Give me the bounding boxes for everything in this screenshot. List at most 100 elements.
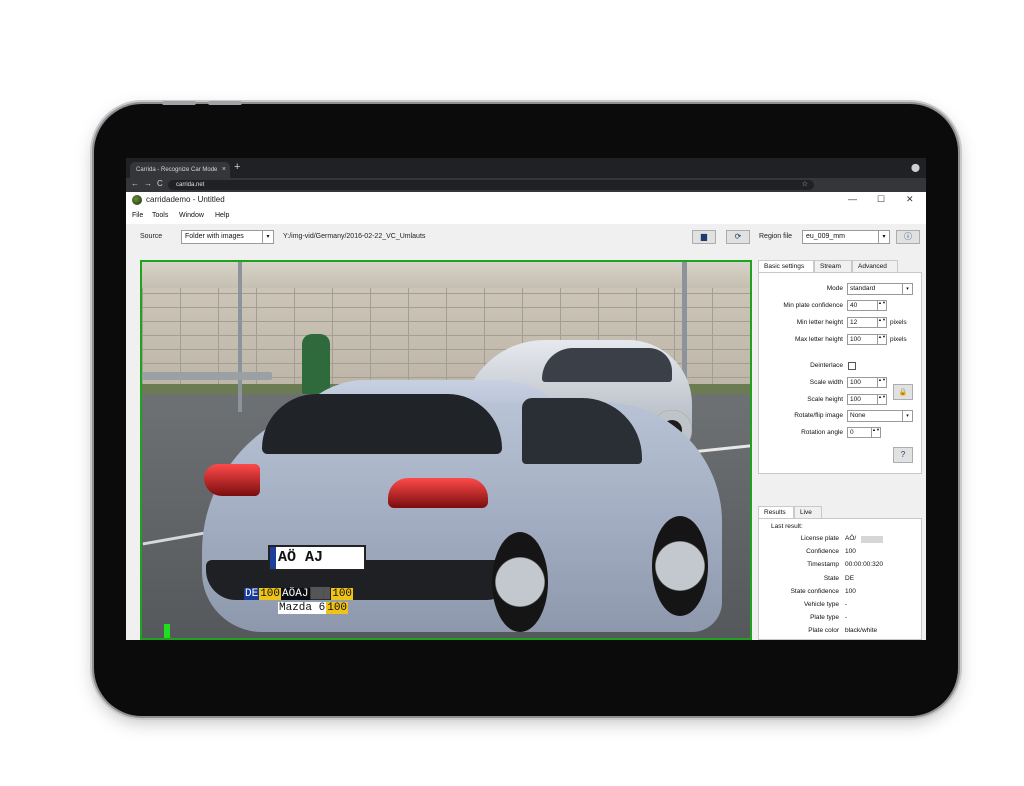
menu-window[interactable]: Window — [179, 212, 204, 219]
tab-advanced[interactable]: Advanced — [852, 260, 898, 272]
result-key: Plate type — [810, 614, 839, 622]
forward-icon[interactable]: → — [144, 179, 152, 188]
lock-aspect-button[interactable]: 🔒 — [893, 384, 913, 400]
open-folder-button[interactable]: ▆ — [692, 230, 716, 244]
image-view[interactable]: AÖ AJ DE 100 AÖAJ ███ 100 Mazda 6 100 — [140, 260, 752, 640]
pole — [238, 262, 242, 412]
overlay-make-model: Mazda 6 — [278, 602, 327, 614]
carrida-logo-icon — [132, 195, 142, 205]
extension-icon[interactable]: ⬤ — [911, 163, 920, 172]
source-value: Folder with images — [185, 233, 244, 240]
mode-select[interactable]: standard ▾ — [847, 283, 913, 295]
help-icon: ? — [900, 450, 906, 459]
browser-toolbar: ← → C carrida.net ☆ — [126, 178, 926, 192]
menu-file[interactable]: File — [132, 212, 143, 219]
license-plate: AÖ AJ — [268, 545, 366, 571]
address-bar[interactable]: carrida.net ☆ — [168, 180, 814, 190]
spin-arrows-icon[interactable]: ▲▼ — [877, 334, 886, 344]
result-value: 100 — [845, 548, 856, 556]
green-bin — [302, 334, 330, 394]
scale-height-label: Scale height — [807, 396, 843, 403]
deinterlace-label: Deinterlace — [810, 362, 843, 369]
new-tab-button[interactable]: + — [234, 161, 240, 173]
max-letter-height-value: 100 — [850, 336, 861, 343]
tab-live[interactable]: Live — [794, 506, 822, 518]
scale-height-input[interactable]: 100 ▲▼ — [847, 394, 887, 405]
scale-width-value: 100 — [850, 379, 861, 386]
min-plate-confidence-value: 40 — [850, 302, 858, 309]
source-path: Y:/img-vid/Germany/2016-02-22_VC_Umlauts — [283, 233, 426, 240]
rotate-flip-value: None — [850, 412, 866, 419]
spin-arrows-icon[interactable]: ▲▼ — [877, 394, 886, 404]
menu-tools[interactable]: Tools — [152, 212, 168, 219]
min-letter-height-input[interactable]: 12 ▲▼ — [847, 317, 887, 328]
spin-arrows-icon[interactable]: ▲▼ — [877, 300, 886, 310]
lock-icon: 🔒 — [898, 389, 908, 396]
region-file-select[interactable]: eu_009_mm ▾ — [802, 230, 890, 244]
refresh-icon: ⟳ — [734, 232, 742, 241]
result-key: Confidence — [806, 548, 839, 556]
browser-tab-title: Carrida - Recognize Car Mode — [136, 167, 218, 173]
result-key: State — [823, 574, 839, 582]
source-select[interactable]: Folder with images ▾ — [181, 230, 274, 244]
min-plate-confidence-label: Min plate confidence — [783, 302, 843, 309]
reload-icon[interactable]: C — [157, 179, 163, 188]
region-file-value: eu_009_mm — [806, 233, 845, 240]
min-plate-confidence-input[interactable]: 40 ▲▼ — [847, 300, 887, 311]
car-taillight — [204, 464, 260, 496]
browser-tab[interactable]: Carrida - Recognize Car Mode × — [130, 162, 230, 178]
scale-width-label: Scale width — [809, 379, 843, 386]
tab-results[interactable]: Results — [758, 506, 794, 518]
chevron-down-icon: ▾ — [262, 231, 273, 243]
wall-top — [142, 262, 750, 288]
result-value: DE — [845, 574, 855, 582]
tab-close-icon[interactable]: × — [222, 162, 226, 178]
tab-basic-settings[interactable]: Basic settings — [758, 260, 814, 272]
menu-help[interactable]: Help — [215, 212, 229, 219]
browser-tab-strip: Carrida - Recognize Car Mode × + ⬤ — [126, 158, 926, 178]
car-wheel — [652, 516, 708, 616]
url-text: carrida.net — [176, 182, 205, 188]
menu-bar: File Tools Window Help — [126, 210, 926, 224]
recognition-overlay-line1: DE 100 AÖAJ ███ 100 — [244, 588, 354, 600]
result-key: State confidence — [790, 587, 839, 595]
rotation-angle-input[interactable]: 0 ▲▼ — [847, 427, 881, 438]
help-button[interactable]: ? — [893, 447, 913, 463]
result-value: 00:00:00:320 — [845, 561, 883, 569]
max-letter-height-input[interactable]: 100 ▲▼ — [847, 334, 887, 345]
result-value: - — [845, 614, 848, 622]
mode-label: Mode — [826, 285, 843, 292]
tablet-screen: Carrida - Recognize Car Mode × + ⬤ ← → C… — [126, 158, 926, 640]
min-letter-height-value: 12 — [850, 319, 858, 326]
maximize-button[interactable]: ☐ — [877, 194, 885, 205]
spin-arrows-icon[interactable]: ▲▼ — [871, 427, 880, 437]
close-button[interactable]: ✕ — [906, 194, 914, 205]
background-car-window — [542, 348, 672, 382]
result-value: black/white — [845, 627, 878, 635]
app-window: carridademo - Untitled — ☐ ✕ File Tools … — [126, 192, 926, 640]
back-icon[interactable]: ← — [131, 179, 139, 188]
region-file-label: Region file — [759, 233, 793, 240]
tab-stream[interactable]: Stream — [814, 260, 852, 272]
overlay-score: 100 — [326, 602, 349, 614]
deinterlace-checkbox[interactable] — [848, 362, 856, 370]
recognition-overlay-line2: Mazda 6 100 — [278, 602, 349, 614]
pixels-unit: pixels — [890, 336, 907, 343]
results-panel: Last result: License plate AÖ/Confidence 1… — [758, 518, 922, 640]
max-letter-height-label: Max letter height — [794, 336, 843, 343]
chevron-down-icon: ▾ — [878, 231, 889, 243]
refresh-button[interactable]: ⟳ — [726, 230, 750, 244]
result-key: Timestamp — [807, 561, 839, 569]
rotate-flip-select[interactable]: None ▾ — [847, 410, 913, 422]
scale-width-input[interactable]: 100 ▲▼ — [847, 377, 887, 388]
overlay-score: 100 — [259, 588, 282, 600]
chevron-down-icon: ▾ — [902, 411, 912, 421]
overlay-plate: AÖAJ — [281, 588, 310, 600]
rotate-flip-label: Rotate/flip image — [794, 412, 843, 419]
info-button[interactable]: ⓘ — [896, 230, 920, 244]
minimize-button[interactable]: — — [848, 194, 857, 204]
bookmark-star-icon[interactable]: ☆ — [802, 180, 808, 190]
spin-arrows-icon[interactable]: ▲▼ — [877, 377, 886, 387]
redaction-block — [861, 536, 883, 543]
spin-arrows-icon[interactable]: ▲▼ — [877, 317, 886, 327]
